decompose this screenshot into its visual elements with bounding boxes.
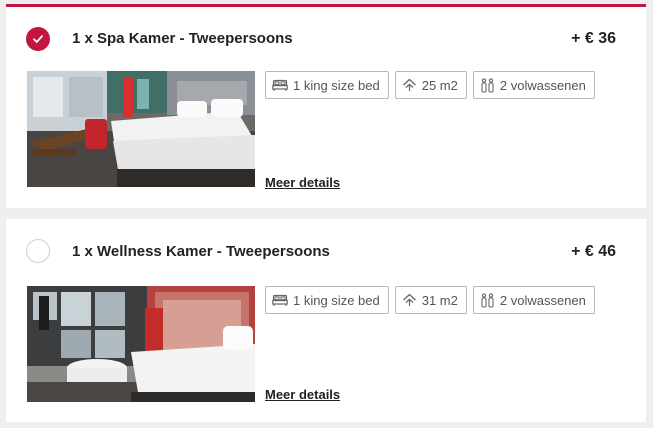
room-price: + € 46 (571, 243, 616, 260)
feature-guests: 2 volwassenen (472, 71, 595, 99)
room-title: 1 x Spa Kamer - Tweepersoons (72, 30, 293, 47)
room-photo (27, 286, 255, 402)
room-select-radio[interactable] (26, 239, 50, 263)
feature-size: 31 m2 (394, 286, 467, 314)
more-details-link[interactable]: Meer details (265, 175, 340, 190)
feature-guests-label: 2 volwassenen (499, 292, 586, 308)
room-option-spa[interactable]: 1 x Spa Kamer - Tweepersoons + € 36 1 ki… (6, 4, 646, 208)
room-size-icon (402, 78, 416, 91)
room-price: + € 36 (571, 30, 616, 47)
check-icon (33, 35, 43, 43)
feature-guests-label: 2 volwassenen (499, 77, 586, 93)
feature-size-label: 25 m2 (421, 77, 458, 93)
feature-guests: 2 volwassenen (472, 286, 595, 314)
room-size-icon (402, 293, 416, 306)
room-photo (27, 71, 255, 187)
feature-bed: 1 king size bed (265, 71, 389, 99)
feature-bed-label: 1 king size bed (293, 292, 380, 308)
feature-size: 25 m2 (394, 71, 467, 99)
room-title: 1 x Wellness Kamer - Tweepersoons (72, 243, 330, 260)
more-details-link[interactable]: Meer details (265, 387, 340, 402)
adults-icon (481, 292, 494, 308)
room-features: 1 king size bed 25 m2 2 volwassenen (265, 71, 595, 99)
feature-bed-label: 1 king size bed (293, 77, 380, 93)
room-select-radio[interactable] (26, 27, 50, 51)
room-option-wellness[interactable]: 1 x Wellness Kamer - Tweepersoons + € 46 (6, 219, 646, 422)
adults-icon (481, 77, 494, 93)
feature-size-label: 31 m2 (421, 292, 458, 308)
bed-icon (272, 294, 288, 306)
feature-bed: 1 king size bed (265, 286, 389, 314)
bed-icon (272, 79, 288, 91)
room-features: 1 king size bed 31 m2 2 volwassenen (265, 286, 595, 314)
